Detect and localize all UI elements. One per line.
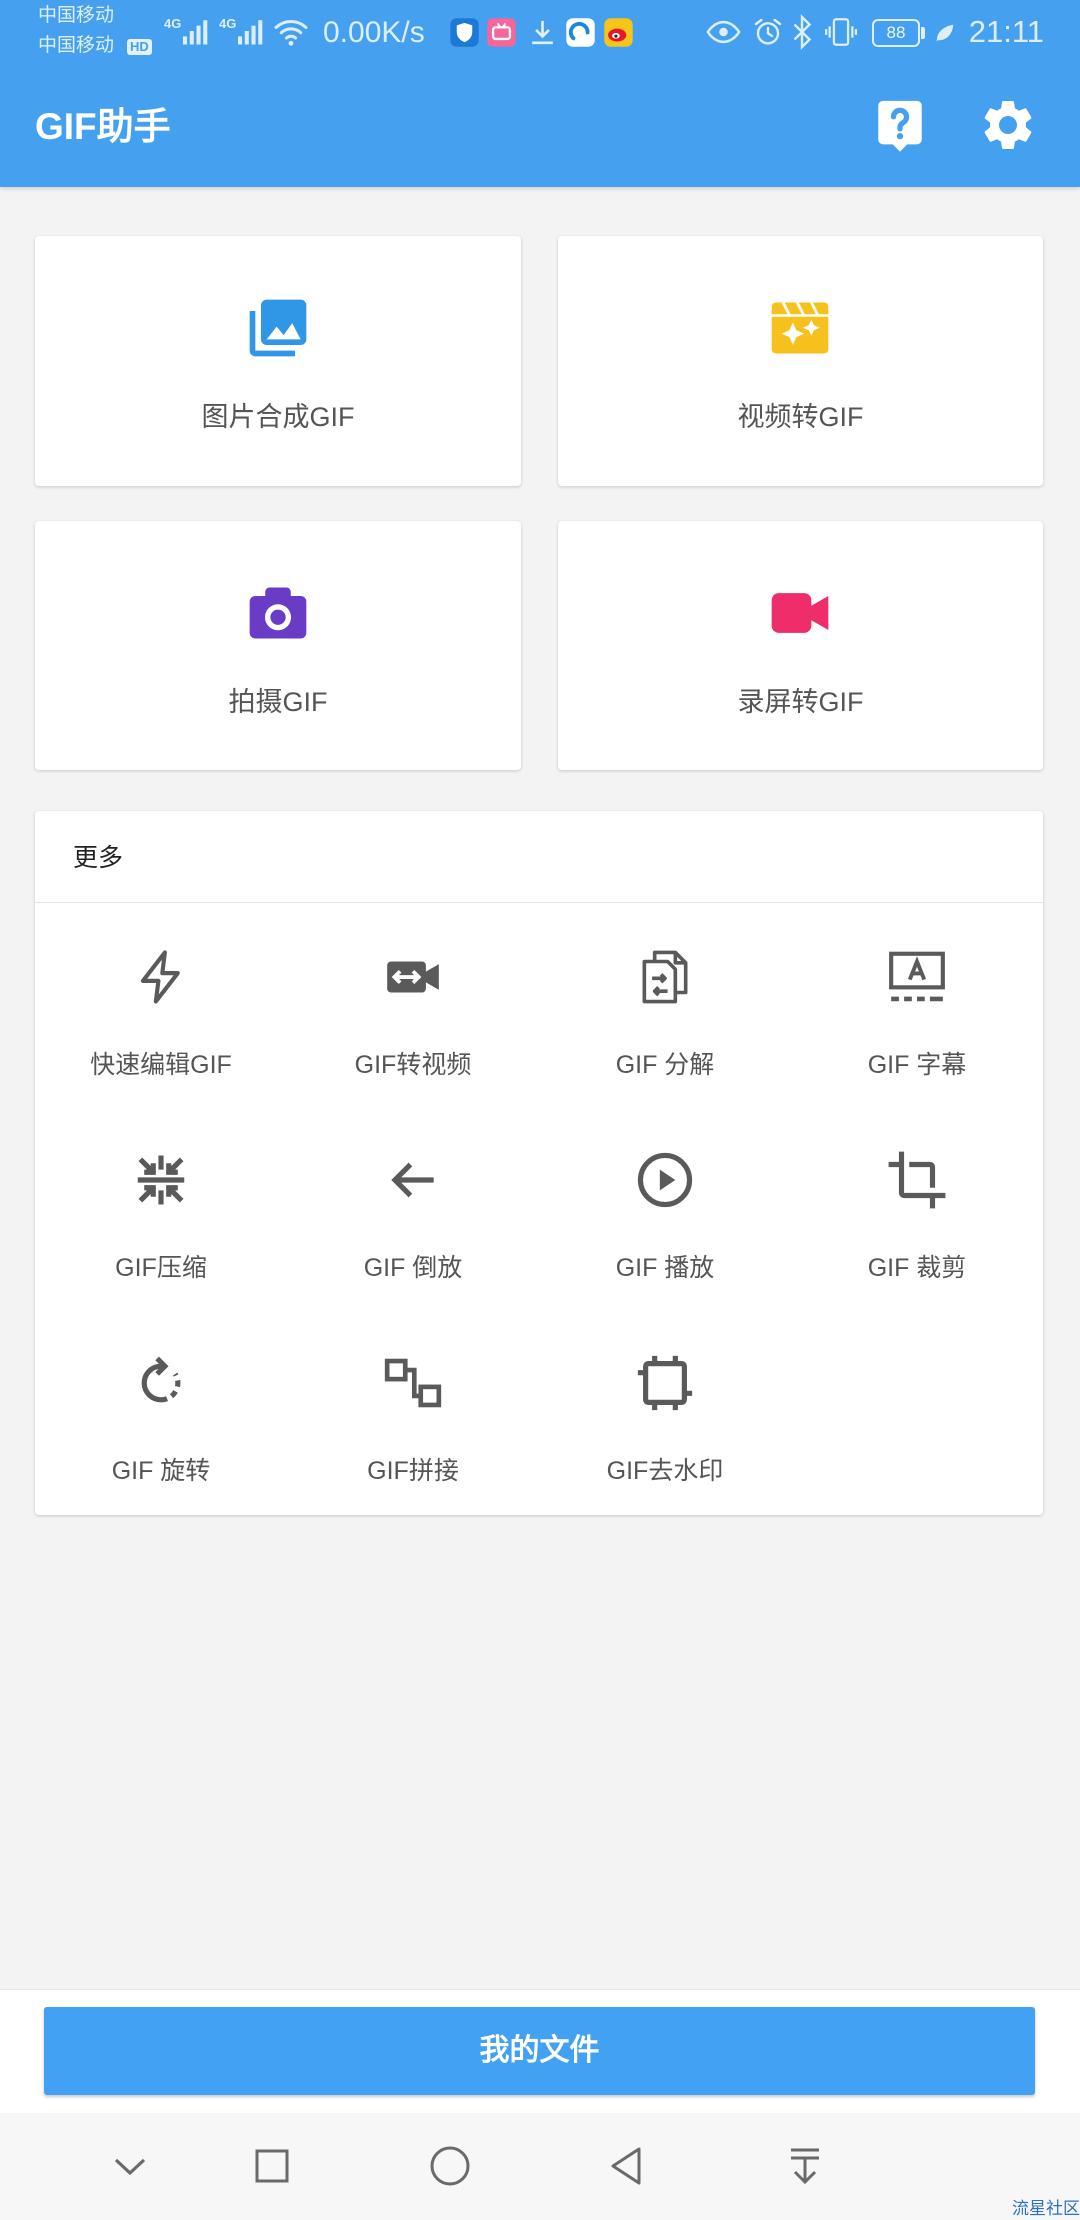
card-label: 图片合成GIF: [201, 402, 355, 432]
shield-app-icon: [450, 18, 479, 47]
tool-label: GIF压缩: [115, 1254, 207, 1282]
tool-reverse[interactable]: GIF 倒放: [287, 1106, 539, 1309]
play-icon: [637, 1152, 693, 1208]
subtitles-icon: [889, 951, 945, 1002]
more-tools-panel: 更多 快速编辑GIF GIF转视频 GIF 分解 GIF 字幕 GIF压缩 GI…: [35, 811, 1043, 1515]
tool-label: GIF 播放: [615, 1254, 715, 1282]
card-label: 视频转GIF: [737, 402, 864, 432]
videocam-icon: [771, 593, 829, 633]
hd-badge: HD: [127, 39, 152, 55]
photo-library-icon: [249, 299, 307, 357]
eye-icon: [706, 20, 741, 44]
browser-app-icon: [566, 18, 595, 47]
tool-rotate[interactable]: GIF 旋转: [35, 1309, 287, 1512]
watermark-remove-icon: [637, 1355, 693, 1411]
alarm-icon: [754, 18, 782, 45]
tool-label: GIF 字幕: [867, 1051, 967, 1079]
bluetooth-icon: [793, 14, 811, 50]
compress-icon: [137, 1155, 185, 1205]
crop-icon: [888, 1151, 946, 1209]
tool-compress[interactable]: GIF压缩: [35, 1106, 287, 1309]
tool-label: GIF去水印: [606, 1457, 724, 1485]
battery-indicator: 88: [872, 19, 920, 47]
collapse-icon[interactable]: [106, 2142, 154, 2190]
clock: 21:11: [968, 14, 1044, 49]
tool-label: GIF 裁剪: [867, 1254, 967, 1282]
sim2-network-label: 4G: [219, 16, 237, 31]
system-nav-bar: [0, 2113, 1080, 2220]
recents-icon[interactable]: [248, 2142, 296, 2190]
tool-label: 快速编辑GIF: [90, 1051, 232, 1079]
tool-label: GIF拼接: [367, 1457, 459, 1485]
tool-label: GIF 旋转: [111, 1457, 211, 1485]
tool-quick-edit[interactable]: 快速编辑GIF: [35, 903, 287, 1106]
camera-icon: [249, 587, 307, 639]
tool-remove-watermark[interactable]: GIF去水印: [539, 1309, 791, 1512]
app-header: 中国移动 中国移动 HD 4G 4G 0.00K/s 88 21:11 GIF助…: [0, 0, 1080, 187]
help-icon[interactable]: [871, 96, 929, 154]
tool-crop[interactable]: GIF 裁剪: [791, 1106, 1043, 1309]
app-title: GIF助手: [35, 106, 171, 147]
my-files-button[interactable]: 我的文件: [44, 2007, 1035, 2095]
rotate-icon: [141, 1356, 181, 1403]
battery-level: 88: [886, 23, 906, 42]
home-icon[interactable]: [426, 2142, 474, 2190]
net-speed: 0.00K/s: [323, 16, 425, 49]
tool-gif-to-video[interactable]: GIF转视频: [287, 903, 539, 1106]
arrow-left-icon: [391, 1162, 434, 1198]
movie-filter-icon: [771, 301, 829, 354]
card-label: 录屏转GIF: [737, 687, 864, 717]
download-icon: [532, 20, 553, 45]
flash-icon: [140, 950, 180, 1004]
battery-nub: [921, 27, 925, 39]
tool-label: GIF 倒放: [363, 1254, 463, 1282]
card-video-to-gif[interactable]: 视频转GIF: [558, 236, 1043, 486]
leaf-icon: [936, 24, 954, 42]
weibo-app-icon: [604, 18, 633, 47]
video-convert-icon: [387, 961, 439, 993]
more-title: 更多: [73, 844, 124, 872]
watermark: 流星社区: [1012, 2199, 1080, 2218]
carrier-1: 中国移动: [38, 5, 115, 26]
wifi-icon: [274, 20, 308, 46]
card-label: 拍摄GIF: [228, 687, 328, 717]
concat-icon: [384, 1358, 442, 1408]
settings-icon[interactable]: [978, 95, 1038, 155]
tool-decompose[interactable]: GIF 分解: [539, 903, 791, 1106]
vibrate-icon: [824, 18, 858, 46]
signal-icon: [238, 20, 263, 45]
tool-label: GIF转视频: [354, 1051, 472, 1079]
tool-play[interactable]: GIF 播放: [539, 1106, 791, 1309]
back-icon[interactable]: [603, 2142, 651, 2190]
bilibili-app-icon: [487, 18, 516, 47]
pull-down-icon[interactable]: [781, 2142, 829, 2190]
card-shoot-gif[interactable]: 拍摄GIF: [35, 521, 521, 770]
card-screen-record-to-gif[interactable]: 录屏转GIF: [558, 521, 1043, 770]
decompose-icon: [642, 950, 688, 1004]
sim1-network-label: 4G: [164, 16, 182, 31]
card-images-to-gif[interactable]: 图片合成GIF: [35, 236, 521, 486]
tool-subtitles[interactable]: GIF 字幕: [791, 903, 1043, 1106]
signal-icon: [183, 20, 208, 45]
carrier-2: 中国移动: [38, 35, 115, 56]
tool-concat[interactable]: GIF拼接: [287, 1309, 539, 1512]
tool-label: GIF 分解: [615, 1051, 715, 1079]
